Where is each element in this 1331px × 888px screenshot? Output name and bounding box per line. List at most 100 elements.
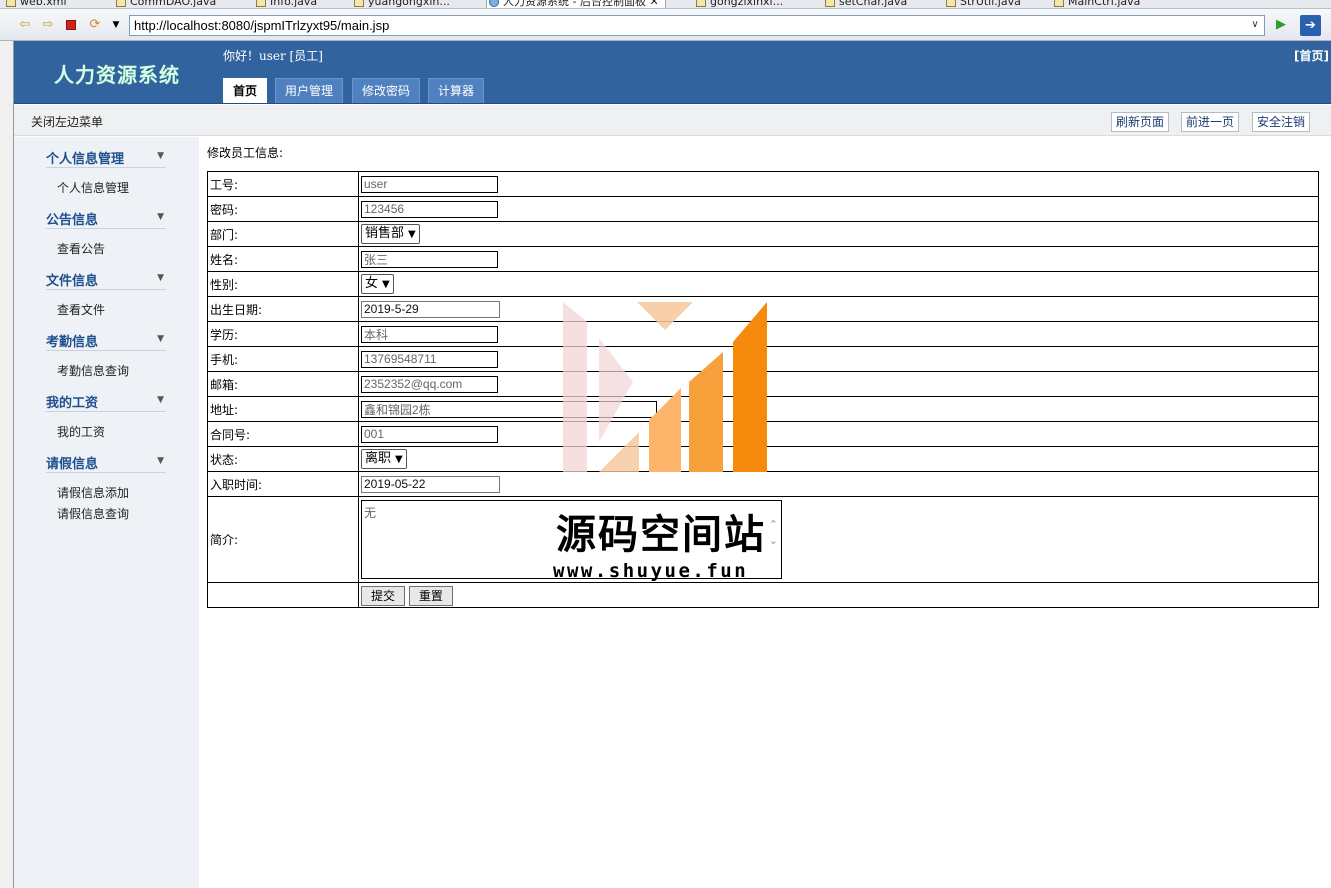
editor-tab[interactable]: web.xml xyxy=(4,0,67,8)
submit-button[interactable]: 提交 xyxy=(361,586,406,606)
back-arrow-icon[interactable]: ⇦ xyxy=(17,17,33,33)
history-dropdown-icon[interactable]: ▼ xyxy=(108,17,124,33)
editor-tab[interactable]: setChar.java xyxy=(823,0,907,8)
editor-tab-strip: web.xml CommDAO.java Info.java yuangongx… xyxy=(0,0,1331,9)
file-icon xyxy=(825,0,835,7)
hire-date-input[interactable] xyxy=(361,475,500,493)
field-label: 姓名: xyxy=(207,246,359,272)
field-label: 简介: xyxy=(207,496,359,583)
field-label: 性别: xyxy=(207,271,359,297)
home-link[interactable]: [首页] xyxy=(1294,47,1329,64)
sidebar-group-personal-info[interactable]: 个人信息管理 ▼ xyxy=(46,145,166,168)
action-bar: 关闭左边菜单 刷新页面 前进一页 安全注销 xyxy=(14,105,1331,136)
status-select[interactable]: 离职 ▼ xyxy=(361,449,407,469)
field-label: 地址: xyxy=(207,396,359,422)
collapse-arrow-icon[interactable]: ▼ xyxy=(157,395,164,405)
watermark-text: 源码空间站 xyxy=(556,512,766,558)
field-label: 密码: xyxy=(207,196,359,222)
app-title: 人力资源系统 xyxy=(54,63,180,87)
close-icon[interactable]: ✕ xyxy=(649,0,658,8)
collapse-arrow-icon[interactable]: ▼ xyxy=(157,456,164,466)
editor-tab-active[interactable]: 人力资源系统 - 后台控制面板 ✕ xyxy=(486,0,666,8)
field-label: 状态: xyxy=(207,446,359,472)
chevron-down-icon: ▼ xyxy=(382,279,390,290)
collapse-arrow-icon[interactable]: ▼ xyxy=(157,334,164,344)
external-browser-icon[interactable]: ➔ xyxy=(1300,15,1321,36)
editor-tab[interactable]: yuangongxin... xyxy=(352,0,450,8)
editor-tab[interactable]: StrUtil.java xyxy=(944,0,1021,8)
form-row: 密码: xyxy=(207,196,1319,222)
field-label: 手机: xyxy=(207,346,359,372)
browser-toolbar: ⇦ ⇨ ⟳ ▼ ∨ ▶ ➔ xyxy=(0,9,1331,41)
field-label: 学历: xyxy=(207,321,359,347)
reset-button[interactable]: 重置 xyxy=(408,586,453,606)
tab-calculator[interactable]: 计算器 xyxy=(428,78,485,103)
refresh-icon[interactable]: ⟳ xyxy=(87,17,103,33)
form-row: 部门: 销售部 ▼ xyxy=(207,221,1319,247)
name-input[interactable] xyxy=(361,250,498,268)
editor-tab[interactable]: CommDAO.java xyxy=(114,0,216,8)
file-icon xyxy=(6,0,16,7)
employee-id-input[interactable] xyxy=(361,175,498,193)
toggle-left-menu-link[interactable]: 关闭左边菜单 xyxy=(31,113,103,130)
forward-arrow-icon[interactable]: ⇨ xyxy=(40,17,56,33)
field-label: 入职时间: xyxy=(207,471,359,497)
form-title: 修改员工信息: xyxy=(207,146,284,160)
tab-change-password[interactable]: 修改密码 xyxy=(352,78,421,103)
password-input[interactable] xyxy=(361,200,498,218)
sidebar-item-attendance-query[interactable]: 考勤信息查询 xyxy=(57,362,129,379)
chevron-down-icon[interactable]: ∨ xyxy=(1248,17,1262,33)
sidebar-item-my-salary[interactable]: 我的工资 xyxy=(57,423,105,440)
file-icon xyxy=(116,0,126,7)
go-icon[interactable]: ▶ xyxy=(1273,17,1289,33)
stop-icon[interactable] xyxy=(63,17,79,33)
education-input[interactable] xyxy=(361,325,498,343)
file-icon xyxy=(696,0,706,7)
birth-date-input[interactable] xyxy=(361,300,500,318)
sidebar-group-attendance[interactable]: 考勤信息 ▼ xyxy=(46,328,166,351)
watermark-logo xyxy=(563,302,767,472)
forward-page-button[interactable]: 前进一页 xyxy=(1181,112,1240,132)
collapse-arrow-icon[interactable]: ▼ xyxy=(157,151,164,161)
form-row: 提交 重置 xyxy=(207,582,1319,608)
contract-no-input[interactable] xyxy=(361,425,498,443)
editor-tab[interactable]: gongzixinxi... xyxy=(694,0,783,8)
sidebar-item-view-files[interactable]: 查看文件 xyxy=(57,301,105,318)
collapse-arrow-icon[interactable]: ▼ xyxy=(157,273,164,283)
logout-button[interactable]: 安全注销 xyxy=(1252,112,1311,132)
file-icon xyxy=(1054,0,1064,7)
sidebar-group-leave[interactable]: 请假信息 ▼ xyxy=(46,450,166,473)
address-bar[interactable]: ∨ xyxy=(129,15,1265,36)
refresh-page-button[interactable]: 刷新页面 xyxy=(1111,112,1170,132)
sidebar-item-view-notices[interactable]: 查看公告 xyxy=(57,240,105,257)
department-select[interactable]: 销售部 ▼ xyxy=(361,224,420,244)
field-label: 出生日期: xyxy=(207,296,359,322)
form-row: 入职时间: xyxy=(207,471,1319,497)
sidebar-item-leave-add[interactable]: 请假信息添加 xyxy=(57,484,129,501)
sidebar-item-leave-query[interactable]: 请假信息查询 xyxy=(57,505,129,522)
phone-input[interactable] xyxy=(361,350,498,368)
email-input[interactable] xyxy=(361,375,498,393)
file-icon xyxy=(354,0,364,7)
url-input[interactable] xyxy=(130,16,1244,35)
editor-tab[interactable]: MainCtrl.java xyxy=(1052,0,1140,8)
sidebar: 个人信息管理 ▼ 个人信息管理 公告信息 ▼ 查看公告 文件信息 ▼ 查看文件 … xyxy=(14,137,199,888)
form-row: 性别: 女 ▼ xyxy=(207,271,1319,297)
sidebar-group-files[interactable]: 文件信息 ▼ xyxy=(46,267,166,290)
editor-tab[interactable]: Info.java xyxy=(254,0,317,8)
sidebar-group-salary[interactable]: 我的工资 ▼ xyxy=(46,389,166,412)
chevron-down-icon: ▼ xyxy=(395,454,403,465)
field-label: 邮箱: xyxy=(207,371,359,397)
sidebar-item-personal-info[interactable]: 个人信息管理 xyxy=(57,179,129,196)
watermark-url: www.shuyue.fun xyxy=(553,560,749,582)
tab-home[interactable]: 首页 xyxy=(223,78,268,103)
collapse-arrow-icon[interactable]: ▼ xyxy=(157,212,164,222)
tab-user-management[interactable]: 用户管理 xyxy=(275,78,344,103)
gender-select[interactable]: 女 ▼ xyxy=(361,274,394,294)
field-label: 工号: xyxy=(207,171,359,197)
scroll-arrows-icon[interactable]: ⌃ ⌄ xyxy=(769,517,778,549)
field-label: 合同号: xyxy=(207,421,359,447)
sidebar-group-notices[interactable]: 公告信息 ▼ xyxy=(46,206,166,229)
form-row: 姓名: xyxy=(207,246,1319,272)
globe-icon xyxy=(489,0,499,7)
